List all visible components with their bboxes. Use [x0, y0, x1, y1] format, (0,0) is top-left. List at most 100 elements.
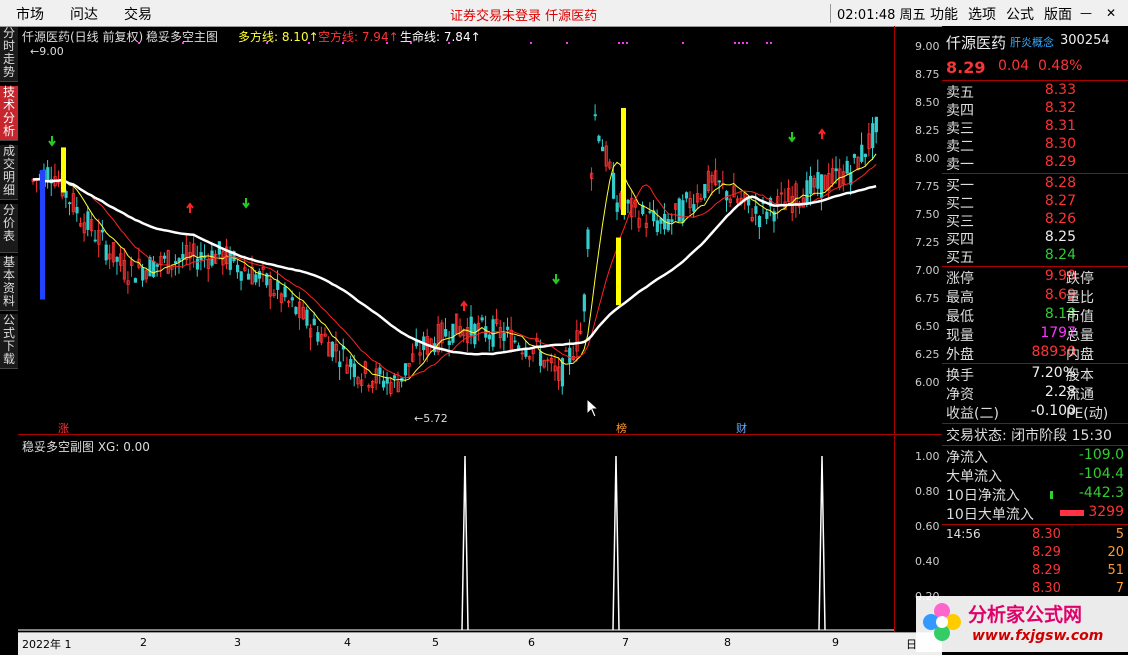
top-signal-dot	[738, 42, 740, 44]
buy-arrow-icon	[818, 128, 826, 139]
candle-body	[93, 239, 97, 242]
candle-body	[648, 211, 652, 213]
ask-label: 卖一	[946, 157, 974, 173]
candle-body	[568, 347, 572, 363]
sub-chart-canvas[interactable]	[18, 436, 894, 632]
stat-row: 外盘 88930 内盘	[946, 344, 1126, 363]
menu-wenda[interactable]: 问达	[70, 4, 98, 24]
sell-arrow-icon	[552, 274, 560, 285]
tab-technical[interactable]: 技术分析	[0, 86, 18, 141]
flow-bar	[1050, 491, 1053, 499]
candle-body	[502, 332, 506, 341]
tick-volume: 20	[1107, 545, 1124, 560]
main-chart-canvas[interactable]	[18, 26, 894, 434]
sell-arrow-icon	[48, 136, 56, 147]
bid-row-3: 买三 8.26	[946, 211, 1126, 230]
menu-market[interactable]: 市场	[16, 4, 44, 24]
stat-row: 现量 1797 总量	[946, 325, 1126, 344]
candle-body	[626, 199, 630, 204]
ask-price: 8.31	[1044, 118, 1076, 134]
top-menu-bar: 市场 问达 交易 证券交易未登录 仟源医药 02:01:48 周五 功能 选项 …	[0, 0, 1128, 27]
stock-concept[interactable]: 肝炎概念	[1010, 34, 1054, 50]
ask-row-4: 卖四 8.32	[946, 100, 1126, 119]
divider	[942, 173, 1128, 174]
candle-body	[871, 123, 875, 149]
candle-body	[655, 220, 659, 233]
x-tick: 3	[234, 636, 241, 649]
candle-body	[228, 250, 232, 270]
menu-formula[interactable]: 公式	[1006, 4, 1034, 24]
flow-label: 净流入	[946, 450, 988, 466]
flow-value: -109.0	[1078, 447, 1124, 463]
short-line-label: 空方线: 7.94↑	[318, 30, 399, 44]
tick-volume: 51	[1107, 563, 1124, 578]
y-tick: 8.00	[915, 152, 940, 165]
tab-price-table[interactable]: 分价表	[0, 204, 18, 253]
candle-body	[403, 363, 408, 376]
stock-name: 仟源医药	[946, 34, 1007, 52]
y-tick: 0.60	[915, 520, 940, 533]
top-signal-dot	[682, 42, 684, 44]
ask-row-2: 卖二 8.30	[946, 136, 1126, 155]
candle-body	[294, 306, 298, 315]
stat-label: 股本	[1066, 368, 1094, 384]
flow-label: 10日净流入	[946, 488, 1020, 504]
stat-row: 最低 8.18 市值	[946, 306, 1126, 325]
mouse-cursor-icon	[586, 398, 600, 418]
candle-body	[747, 198, 751, 206]
sub-chart[interactable]: 稳妥多空副图 XG: 0.00	[18, 436, 894, 632]
top-signal-dot	[530, 42, 532, 44]
tick-time: 14:56 8.30 5	[946, 527, 1126, 545]
quote-panel: 仟源医药 肝炎概念 300254 8.29 0.04 0.48% 卖五 8.33 …	[942, 26, 1128, 654]
y-tick: 6.50	[915, 320, 940, 333]
divider	[942, 363, 1128, 364]
sell-arrow-icon	[242, 198, 250, 209]
candle-body	[86, 211, 90, 230]
menu-trade[interactable]: 交易	[124, 4, 152, 24]
tab-trades[interactable]: 成交明细	[0, 145, 18, 200]
formula-name[interactable]: 稳妥多空主图	[146, 28, 218, 45]
flow-label: 10日大单流入	[946, 507, 1034, 523]
bid-price: 8.28	[1044, 175, 1076, 191]
minimize-icon[interactable]: —	[1080, 6, 1092, 20]
x-tick: 5	[432, 636, 439, 649]
candle-body	[681, 200, 685, 223]
menu-function[interactable]: 功能	[930, 4, 958, 24]
main-chart[interactable]: 仟源医药(日线 前复权) 稳妥多空主图 多方线: 8.10↑ 空方线: 7.94…	[18, 26, 894, 435]
menu-options[interactable]: 选项	[968, 4, 996, 24]
menu-layout[interactable]: 版面	[1044, 4, 1072, 24]
y-tick: 9.00	[915, 40, 940, 53]
tick-price: 8.29	[1032, 563, 1061, 578]
bid-label: 买一	[946, 178, 974, 194]
stat-label: 涨停	[946, 271, 974, 287]
flow-value: -442.3	[1078, 485, 1124, 501]
top-signal-dot	[618, 42, 620, 44]
candle-body	[582, 294, 586, 312]
candle-body	[757, 216, 762, 228]
bid-row-5: 买五 8.24	[946, 247, 1126, 266]
y-tick: 6.75	[915, 292, 940, 305]
flow-row: 10日大单流入 3299	[946, 504, 1126, 523]
y-tick: 0.80	[915, 485, 940, 498]
tick-price: 8.29	[1032, 545, 1061, 560]
candle-body	[684, 192, 689, 199]
signal-bar-yellow	[621, 107, 626, 215]
tab-fundamentals[interactable]: 基本资料	[0, 256, 18, 311]
y-tick: 6.25	[915, 348, 940, 361]
y-tick: 8.75	[915, 68, 940, 81]
candle-body	[874, 116, 878, 133]
tab-formula-download[interactable]: 公式下载	[0, 314, 18, 369]
stat-label: 总量	[1066, 328, 1094, 344]
buy-arrow-icon	[460, 300, 468, 311]
candle-body	[104, 244, 108, 261]
candle-body	[805, 180, 809, 205]
long-line-label: 多方线: 8.10↑	[238, 30, 319, 44]
stat-label: 流通	[1066, 387, 1094, 403]
x-tick: 9	[832, 636, 839, 649]
candle-body	[447, 340, 451, 345]
watermark-url: www.fxjgsw.com	[972, 628, 1104, 644]
y-tick: 0.40	[915, 555, 940, 568]
close-icon[interactable]: ✕	[1106, 6, 1116, 20]
candle-body	[246, 273, 251, 280]
tab-intraday[interactable]: 分时走势	[0, 27, 18, 82]
